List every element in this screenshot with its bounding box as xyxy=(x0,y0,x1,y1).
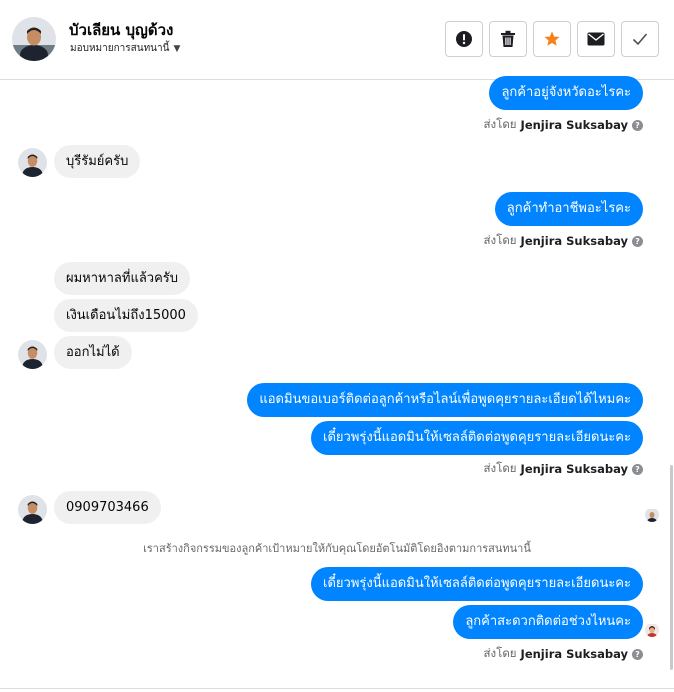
sent-by-prefix: ส่งโดย xyxy=(483,646,517,660)
message-incoming[interactable]: บุรีรัมย์ครับ xyxy=(54,145,141,178)
message-outgoing[interactable]: แอดมินขอเบอร์ติดต่อลูกค้าหรือไลน์เพื่อพู… xyxy=(247,383,643,417)
message-outgoing[interactable]: เดี๋ยวพรุ่งนี้แอดมินให้เซลล์ติดต่อพูดคุย… xyxy=(311,567,643,601)
assign-label: มอบหมายการสนทนานี้ xyxy=(70,43,170,54)
message-incoming[interactable]: ออกไม่ได้ xyxy=(54,336,132,369)
delete-button[interactable] xyxy=(489,21,527,57)
contact-avatar-small[interactable] xyxy=(18,148,47,177)
star-icon xyxy=(544,31,560,46)
help-icon[interactable]: ? xyxy=(632,463,643,475)
message-outgoing[interactable]: ลูกค้าทำอาชีพอะไรคะ xyxy=(494,192,643,226)
agent-name[interactable]: Jenjira Suksabay xyxy=(521,647,628,661)
star-button[interactable] xyxy=(533,21,571,57)
caret-down-icon: ▼ xyxy=(173,43,181,54)
contact-name[interactable]: บัวเลียน บุญด้วง xyxy=(69,18,173,42)
help-icon[interactable]: ? xyxy=(632,648,643,660)
envelope-icon xyxy=(587,32,605,46)
agent-seen-avatar xyxy=(645,623,659,637)
email-button[interactable] xyxy=(577,21,615,57)
conversation-actions xyxy=(445,21,659,57)
message-incoming[interactable]: เงินเดือนไม่ถึง15000 xyxy=(54,299,198,332)
mark-spam-button[interactable] xyxy=(445,21,483,57)
mark-done-button[interactable] xyxy=(621,21,659,57)
sent-by-label: ส่งโดย Jenjira Suksabay ? xyxy=(484,645,643,663)
agent-name[interactable]: Jenjira Suksabay xyxy=(521,462,628,476)
conversation-header: บัวเลียน บุญด้วง มอบหมายการสนทนานี้ ▼ xyxy=(0,0,674,80)
help-icon[interactable]: ? xyxy=(632,119,643,131)
sent-by-prefix: ส่งโดย xyxy=(483,461,517,475)
assign-conversation-dropdown[interactable]: มอบหมายการสนทนานี้ ▼ xyxy=(70,41,180,56)
trash-icon xyxy=(501,30,515,47)
sent-by-label: ส่งโดย Jenjira Suksabay ? xyxy=(484,232,643,250)
message-outgoing[interactable]: เดี๋ยวพรุ่งนี้แอดมินให้เซลล์ติดต่อพูดคุย… xyxy=(311,421,643,455)
help-icon[interactable]: ? xyxy=(632,235,643,247)
sent-by-prefix: ส่งโดย xyxy=(483,233,517,247)
message-incoming[interactable]: 0909703466 xyxy=(54,491,161,524)
sent-by-label: ส่งโดย Jenjira Suksabay ? xyxy=(484,116,643,134)
sent-by-label: ส่งโดย Jenjira Suksabay ? xyxy=(484,460,643,478)
sent-by-prefix: ส่งโดย xyxy=(483,117,517,131)
checkmark-icon xyxy=(632,33,648,46)
message-outgoing[interactable]: ลูกค้าสะดวกติดต่อช่วงไหนคะ xyxy=(453,605,643,639)
contact-avatar-small[interactable] xyxy=(18,495,47,524)
alert-icon xyxy=(456,31,472,47)
message-incoming[interactable]: ผมหาหาลที่แล้วครับ xyxy=(54,262,191,295)
system-note: เราสร้างกิจกรรมของลูกค้าเป้าหมายให้กับคุ… xyxy=(143,542,531,555)
thread-divider xyxy=(0,688,674,689)
message-outgoing[interactable]: ลูกค้าอยู่จังหวัดอะไรคะ xyxy=(489,76,643,110)
agent-name[interactable]: Jenjira Suksabay xyxy=(521,118,628,132)
contact-avatar-small[interactable] xyxy=(18,340,47,369)
seen-receipt-avatar xyxy=(645,508,659,522)
scrollbar-thumb[interactable] xyxy=(670,465,673,670)
contact-avatar[interactable] xyxy=(12,17,56,61)
agent-name[interactable]: Jenjira Suksabay xyxy=(521,234,628,248)
